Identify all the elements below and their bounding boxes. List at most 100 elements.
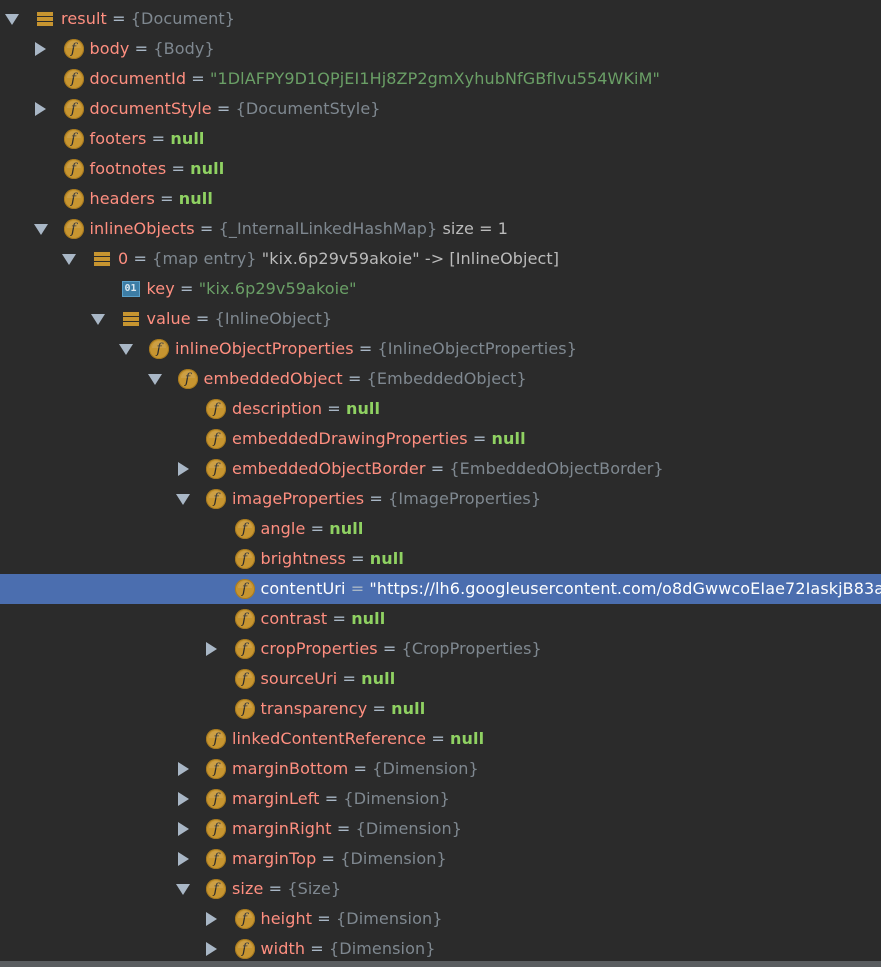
tree-row-linked-content-reference[interactable]: linkedContentReference = null [0,724,881,754]
equals-sign: = [347,369,362,388]
tree-row-value[interactable]: value = {InlineObject} [0,304,881,334]
variable-name: result [61,9,107,28]
tree-row-embedded-drawing-properties[interactable]: embeddedDrawingProperties = null [0,424,881,454]
tree-row-content-uri[interactable]: contentUri = "https://lh6.googleusercont… [0,574,881,604]
variable-name: transparency [260,699,368,718]
tree-row-angle[interactable]: angle = null [0,514,881,544]
variable-name: description [232,399,323,418]
tree-row-text: body = {Body} [90,34,215,64]
type-label: {EmbeddedObjectBorder} [449,459,664,478]
horizontal-scrollbar[interactable] [0,961,881,967]
expand-arrow-icon[interactable] [175,844,191,874]
type-label: {Dimension} [329,939,436,958]
tree-row-size[interactable]: size = {Size} [0,874,881,904]
tree-row-document-id[interactable]: documentId = "1DlAFPY9D1QPjEI1Hj8ZP2gmXy… [0,64,881,94]
equals-sign: = [195,309,210,328]
string-value: "https://lh6.googleusercontent.com/o8dGw… [369,579,881,598]
equals-sign: = [382,639,397,658]
tree-row-inline-object-properties[interactable]: inlineObjectProperties = {InlineObjectPr… [0,334,881,364]
collapse-arrow-icon[interactable] [33,214,49,244]
variable-name: inlineObjects [89,219,195,238]
tree-row-margin-top[interactable]: marginTop = {Dimension} [0,844,881,874]
tree-row-document-style[interactable]: documentStyle = {DocumentStyle} [0,94,881,124]
tree-row-crop-properties[interactable]: cropProperties = {CropProperties} [0,634,881,664]
collapse-arrow-icon[interactable] [175,874,191,904]
tree-row-embedded-object-border[interactable]: embeddedObjectBorder = {EmbeddedObjectBo… [0,454,881,484]
type-label: {Dimension} [355,819,463,838]
tree-row-inline-objects[interactable]: inlineObjects = {_InternalLinkedHashMap}… [0,214,881,244]
tree-row-text: marginRight = {Dimension} [232,814,462,844]
tree-row-text: footers = null [90,124,205,154]
tree-row-height[interactable]: height = {Dimension} [0,904,881,934]
equals-sign: = [351,549,365,568]
equals-sign: = [358,339,373,358]
value-text: size = 1 [437,219,509,238]
variable-name: height [260,909,313,928]
string-value: "kix.6p29v59akoie" [198,279,357,298]
variable-name: embeddedObjectBorder [232,459,426,478]
field-icon [234,939,255,959]
collapse-arrow-icon[interactable] [175,484,191,514]
tree-row-description[interactable]: description = null [0,394,881,424]
equals-sign: = [321,849,336,868]
collapse-arrow-icon[interactable] [61,244,77,274]
tree-row-margin-bottom[interactable]: marginBottom = {Dimension} [0,754,881,784]
expand-arrow-icon[interactable] [204,904,220,934]
tree-row-key[interactable]: 01 key = "kix.6p29v59akoie" [0,274,881,304]
null-value: null [491,429,526,448]
null-value: null [170,129,205,148]
field-icon [234,519,255,539]
collapse-arrow-icon[interactable] [118,334,134,364]
null-value: null [351,609,386,628]
variable-name: width [260,939,306,958]
tree-row-footers[interactable]: footers = null [0,124,881,154]
tree-row-embedded-object[interactable]: embeddedObject = {EmbeddedObject} [0,364,881,394]
null-value: null [329,519,364,538]
field-icon [234,699,255,719]
tree-row-margin-right[interactable]: marginRight = {Dimension} [0,814,881,844]
collapse-arrow-icon[interactable] [147,364,163,394]
field-icon [63,39,84,59]
tree-row-headers[interactable]: headers = null [0,184,881,214]
tree-row-footnotes[interactable]: footnotes = null [0,154,881,184]
variable-name: documentId [89,69,187,88]
null-value: null [369,549,404,568]
tree-row-result[interactable]: result = {Document} [0,4,881,34]
null-value: null [190,159,225,178]
tree-row-contrast[interactable]: contrast = null [0,604,881,634]
equals-sign: = [191,69,205,88]
variable-name: value [146,309,191,328]
variable-name: imageProperties [232,489,365,508]
collapse-arrow-icon[interactable] [4,4,20,34]
horizontal-scrollbar-thumb[interactable] [0,961,881,967]
tree-row-image-properties[interactable]: imageProperties = {ImageProperties} [0,484,881,514]
equals-sign: = [431,729,445,748]
tree-row-margin-left[interactable]: marginLeft = {Dimension} [0,784,881,814]
type-label: {InlineObjectProperties} [377,339,577,358]
field-icon [206,459,226,479]
collapse-arrow-icon[interactable] [90,304,106,334]
equals-sign: = [216,99,231,118]
field-icon [206,759,226,779]
expand-arrow-icon[interactable] [175,754,191,784]
expand-arrow-icon[interactable] [204,634,220,664]
tree-row-brightness[interactable]: brightness = null [0,544,881,574]
tree-row-source-uri[interactable]: sourceUri = null [0,664,881,694]
tree-row-text: key = "kix.6p29v59akoie" [147,274,357,304]
variable-name: footnotes [89,159,167,178]
tree-row-transparency[interactable]: transparency = null [0,694,881,724]
expand-arrow-icon[interactable] [175,814,191,844]
field-icon [234,669,255,689]
expand-arrow-icon[interactable] [33,94,49,124]
null-value: null [450,729,485,748]
tree-row-0[interactable]: 0 = {map entry} "kix.6p29v59akoie" -> [I… [0,244,881,274]
equals-sign: = [310,939,324,958]
equals-sign: = [134,39,149,58]
expand-arrow-icon[interactable] [175,454,191,484]
type-label: {ImageProperties} [388,489,542,508]
expand-arrow-icon[interactable] [175,784,191,814]
tree-row-body[interactable]: body = {Body} [0,34,881,64]
expand-arrow-icon[interactable] [33,34,49,64]
expand-arrow-icon[interactable] [204,934,220,964]
tree-row-width[interactable]: width = {Dimension} [0,934,881,964]
